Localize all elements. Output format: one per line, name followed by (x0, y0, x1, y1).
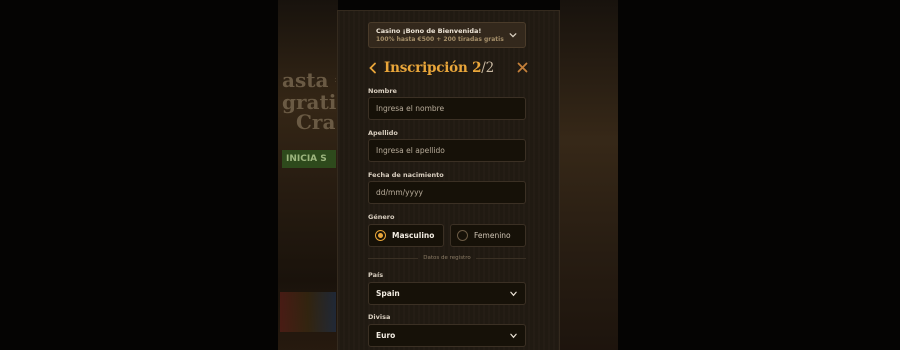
background-game-thumbnails (280, 292, 336, 332)
radio-unselected-icon (457, 230, 468, 241)
pais-selected-value: Spain (376, 289, 400, 298)
close-icon[interactable] (517, 62, 528, 73)
nombre-label: Nombre (368, 87, 397, 95)
section-divider-label: Datos de registro (423, 255, 471, 261)
section-divider: Datos de registro (368, 255, 526, 261)
chevron-down-icon (509, 33, 517, 38)
apellido-label: Apellido (368, 129, 398, 137)
modal-header: Inscripción 2/2 (368, 60, 528, 80)
genero-option-masculino[interactable]: Masculino (368, 224, 444, 247)
nombre-input[interactable]: Ingresa el nombre (368, 97, 526, 120)
genero-label: Género (368, 213, 395, 221)
divisa-selected-value: Euro (376, 331, 396, 340)
step-indicator: /2 (481, 60, 495, 76)
bonus-title: Casino ¡Bono de Bienvenida! (376, 27, 482, 35)
divisa-select[interactable]: Euro (368, 324, 526, 347)
apellido-input[interactable]: Ingresa el apellido (368, 139, 526, 162)
chevron-down-icon (510, 333, 517, 339)
background-signup-button: INICIA S (282, 150, 336, 168)
genero-option-label: Femenino (474, 231, 511, 240)
modal-title-text: Inscripción 2 (384, 60, 482, 76)
welcome-bonus-selector[interactable]: Casino ¡Bono de Bienvenida! 100% hasta €… (368, 22, 526, 48)
pais-select[interactable]: Spain (368, 282, 526, 305)
fecha-nacimiento-label: Fecha de nacimiento (368, 171, 444, 179)
fecha-nacimiento-input[interactable]: dd/mm/yyyy (368, 181, 526, 204)
genero-option-femenino[interactable]: Femenino (450, 224, 526, 247)
radio-selected-icon (375, 230, 386, 241)
modal-title: Inscripción 2/2 (384, 60, 494, 76)
divisa-label: Divisa (368, 313, 391, 321)
background-right-panel (560, 0, 618, 350)
chevron-down-icon (510, 291, 517, 297)
background-headline-line-1: asta € (282, 68, 336, 92)
chevron-left-icon[interactable] (368, 62, 378, 74)
background-headline-line-3: Cra (296, 110, 336, 134)
pais-label: País (368, 271, 384, 279)
bonus-subtitle: 100% hasta €500 + 200 tiradas gratis (376, 36, 504, 43)
genero-option-label: Masculino (392, 231, 435, 240)
